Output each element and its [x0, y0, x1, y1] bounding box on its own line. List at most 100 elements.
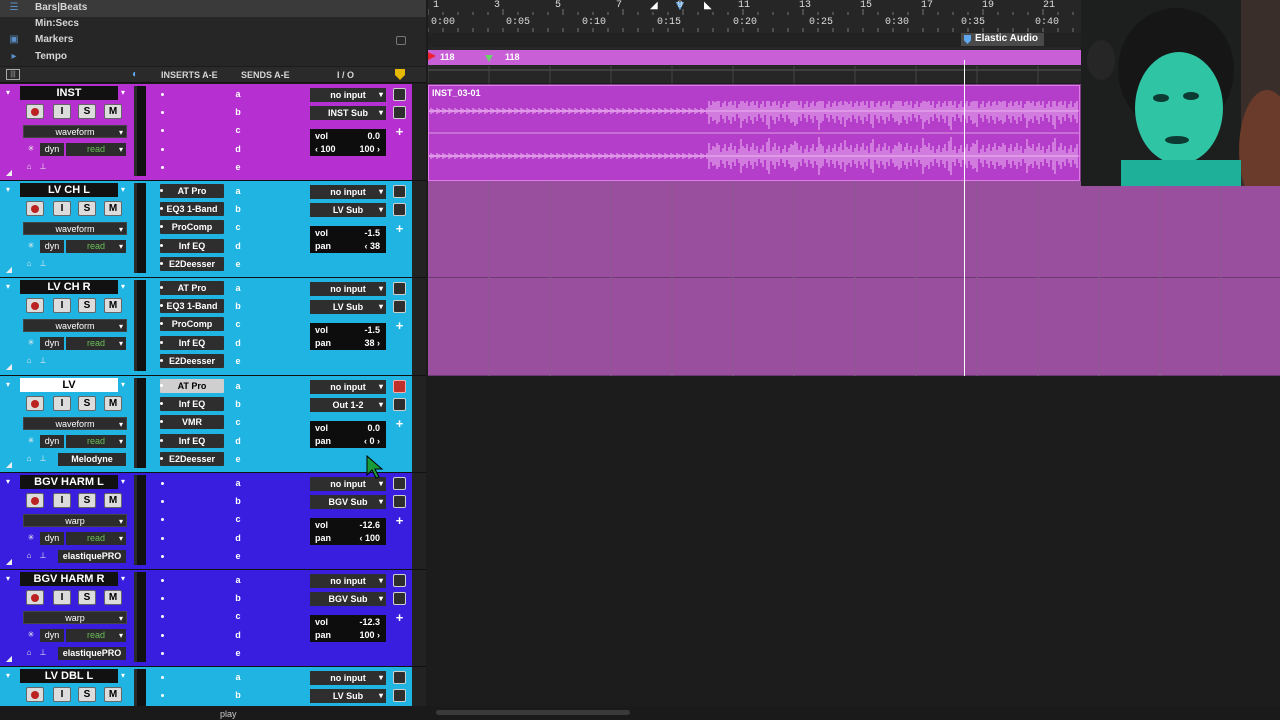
io-view-icon[interactable] [393, 282, 406, 295]
empty-insert-slot[interactable] [161, 536, 164, 540]
ruler-tempo[interactable]: ▸ Tempo [0, 49, 426, 66]
loop-end-icon[interactable]: ◣ [704, 0, 712, 11]
empty-insert-slot[interactable] [161, 165, 164, 169]
automation-icon[interactable]: ✳ [26, 241, 36, 251]
send-slot[interactable]: b [208, 593, 268, 603]
mute-button[interactable]: M [104, 104, 122, 119]
timebase-icon[interactable]: ⌂ [24, 648, 34, 658]
empty-insert-slot[interactable] [161, 554, 164, 558]
horizontal-scrollbar[interactable]: play [0, 706, 1280, 720]
record-arm-button[interactable] [26, 201, 44, 216]
send-slot[interactable]: a [208, 672, 268, 682]
track-bgv-harm-r[interactable]: ▾BGV HARM R▾ISMwarp✳dynread⌂⊥elastiquePR… [0, 570, 426, 667]
output-window-icon[interactable] [393, 203, 406, 216]
track-expand-icon[interactable]: ▾ [6, 672, 14, 680]
empty-insert-slot[interactable] [161, 482, 164, 485]
input-monitor-button[interactable]: I [53, 493, 71, 508]
add-send-icon[interactable]: + [393, 611, 406, 624]
pan-right-value[interactable]: 100 › [359, 144, 380, 154]
track-menu-icon[interactable]: ▾ [121, 88, 125, 97]
input-monitor-button[interactable]: I [53, 396, 71, 411]
send-slot[interactable]: e [208, 162, 268, 172]
dyn-selector[interactable]: dyn [40, 143, 64, 156]
send-slot[interactable]: a [208, 89, 268, 99]
track-name[interactable]: INST [20, 86, 118, 100]
automation-mode-selector[interactable]: read [66, 143, 126, 156]
automation-icon[interactable]: ✳ [26, 436, 36, 446]
sends-header[interactable]: SENDS A-E [241, 70, 290, 80]
tempo-marker-icon[interactable] [485, 55, 493, 62]
column-toggle-icon[interactable]: ◐ [132, 69, 138, 80]
track-view-selector[interactable]: waveform [23, 417, 127, 431]
add-send-icon[interactable]: + [393, 125, 406, 138]
add-send-icon[interactable]: + [393, 514, 406, 527]
dyn-selector[interactable]: dyn [40, 435, 64, 448]
input-monitor-button[interactable]: I [53, 687, 71, 702]
automation-icon[interactable]: ✳ [26, 144, 36, 154]
track-menu-icon[interactable]: ▾ [121, 185, 125, 194]
send-slot[interactable]: e [208, 454, 268, 464]
track-lv-ch-r[interactable]: ▾LV CH R▾ISMwaveform✳dynread⌂⊥◢AT ProEQ3… [0, 278, 426, 376]
ruler-min-secs[interactable]: Min:Secs [0, 16, 426, 33]
send-slot[interactable]: b [208, 204, 268, 214]
vol-value[interactable]: -1.5 [364, 228, 380, 238]
output-selector[interactable]: LV Sub [310, 300, 386, 314]
output-window-icon[interactable] [393, 495, 406, 508]
dyn-selector[interactable]: dyn [40, 337, 64, 350]
send-slot[interactable]: b [208, 107, 268, 117]
inserts-header[interactable]: INSERTS A-E [161, 70, 218, 80]
scroll-thumb[interactable] [436, 710, 630, 715]
track-bgv-harm-l[interactable]: ▾BGV HARM L▾ISMwarp✳dynread⌂⊥elastiquePR… [0, 473, 426, 570]
output-selector[interactable]: BGV Sub [310, 592, 386, 606]
mute-button[interactable]: M [104, 201, 122, 216]
output-window-icon[interactable] [393, 689, 406, 702]
tracklist-icon[interactable]: ||| [6, 69, 20, 80]
io-view-icon[interactable] [393, 88, 406, 101]
send-slot[interactable]: d [208, 533, 268, 543]
output-selector[interactable]: LV Sub [310, 203, 386, 217]
resize-icon[interactable]: ◢ [4, 362, 14, 372]
send-slot[interactable]: c [208, 125, 268, 135]
send-slot[interactable]: e [208, 648, 268, 658]
io-view-icon[interactable] [393, 671, 406, 684]
send-slot[interactable]: b [208, 690, 268, 700]
resize-icon[interactable]: ◢ [4, 557, 14, 567]
empty-insert-slot[interactable] [161, 93, 164, 96]
empty-insert-slot[interactable] [161, 694, 164, 697]
send-slot[interactable]: e [208, 356, 268, 366]
record-arm-button[interactable] [26, 493, 44, 508]
tick-icon[interactable]: ⊥ [38, 551, 48, 561]
timebase-icon[interactable]: ⌂ [24, 551, 34, 561]
mute-button[interactable]: M [104, 396, 122, 411]
send-slot[interactable]: d [208, 338, 268, 348]
send-slot[interactable]: c [208, 222, 268, 232]
track-expand-icon[interactable]: ▾ [6, 89, 14, 97]
io-view-icon[interactable] [393, 185, 406, 198]
vol-value[interactable]: -12.3 [359, 617, 380, 627]
track-view-selector[interactable]: waveform [23, 222, 127, 236]
output-window-icon[interactable] [393, 106, 406, 119]
send-slot[interactable]: e [208, 551, 268, 561]
pan-value[interactable]: 100 › [359, 630, 380, 640]
automation-mode-selector[interactable]: read [66, 532, 126, 545]
record-arm-button[interactable] [26, 590, 44, 605]
track-menu-icon[interactable]: ▾ [121, 671, 125, 680]
loop-start-icon[interactable]: ◢ [650, 0, 658, 11]
tempo-value[interactable]: 118 [440, 52, 455, 62]
timebase-icon[interactable]: ⌂ [24, 259, 34, 269]
solo-button[interactable]: S [78, 687, 96, 702]
empty-insert-slot[interactable] [161, 579, 164, 582]
input-selector[interactable]: no input [310, 282, 386, 296]
resize-icon[interactable]: ◢ [4, 168, 14, 178]
automation-icon[interactable]: ✳ [26, 533, 36, 543]
mute-button[interactable]: M [104, 590, 122, 605]
track-view-selector[interactable]: waveform [23, 125, 127, 139]
track-view-selector[interactable]: warp [23, 514, 127, 528]
automation-icon[interactable]: ✳ [26, 630, 36, 640]
solo-button[interactable]: S [78, 493, 96, 508]
mute-button[interactable]: M [104, 298, 122, 313]
volume-pan-box[interactable]: vol 0.0 ‹ 100 100 › [310, 129, 386, 156]
record-arm-button[interactable] [26, 687, 44, 702]
input-selector[interactable]: no input [310, 88, 386, 102]
add-send-icon[interactable]: + [393, 417, 406, 430]
